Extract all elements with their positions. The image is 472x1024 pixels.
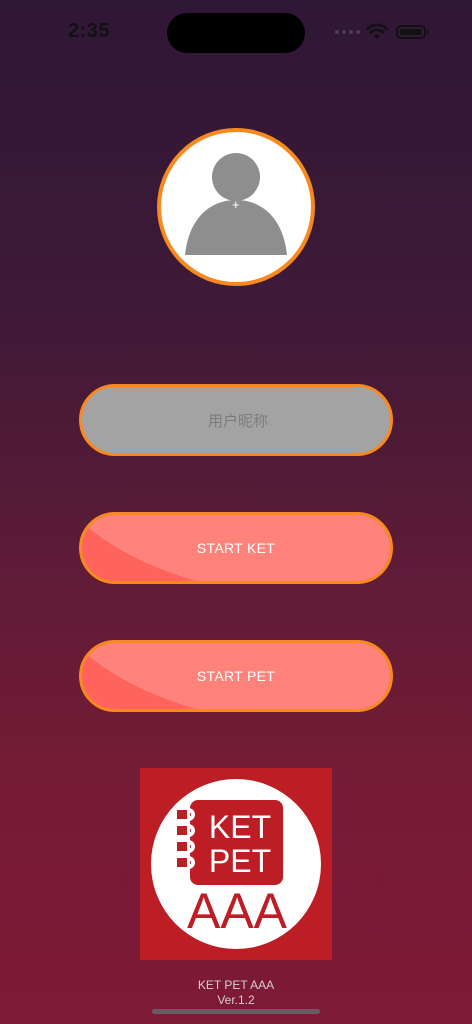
status-bar: 2:35 bbox=[0, 0, 472, 60]
start-pet-button[interactable]: START PET bbox=[79, 640, 393, 712]
version-label: Ver.1.2 bbox=[217, 993, 255, 1007]
nickname-field-container bbox=[79, 384, 393, 456]
wifi-icon bbox=[366, 23, 388, 39]
add-photo-icon: + bbox=[232, 197, 240, 212]
dynamic-island bbox=[167, 13, 305, 53]
battery-icon bbox=[396, 25, 429, 39]
start-ket-button[interactable]: START KET bbox=[79, 512, 393, 584]
start-ket-label: START KET bbox=[196, 540, 276, 556]
logo-text-aaa: AAA bbox=[187, 883, 288, 939]
logo-text-ket: KET bbox=[209, 809, 271, 845]
start-pet-label: START PET bbox=[196, 668, 276, 684]
status-time: 2:35 bbox=[68, 20, 111, 42]
home-indicator[interactable] bbox=[152, 1009, 320, 1014]
app-name-label: KET PET AAA bbox=[197, 978, 275, 992]
nickname-input[interactable] bbox=[82, 387, 390, 453]
avatar-picker[interactable]: + bbox=[157, 128, 315, 286]
app-logo: KET PET AAA bbox=[140, 768, 332, 960]
logo-text-pet: PET bbox=[209, 843, 271, 879]
signal-icon bbox=[335, 30, 360, 34]
notebook-logo-icon: KET PET AAA bbox=[151, 779, 321, 949]
